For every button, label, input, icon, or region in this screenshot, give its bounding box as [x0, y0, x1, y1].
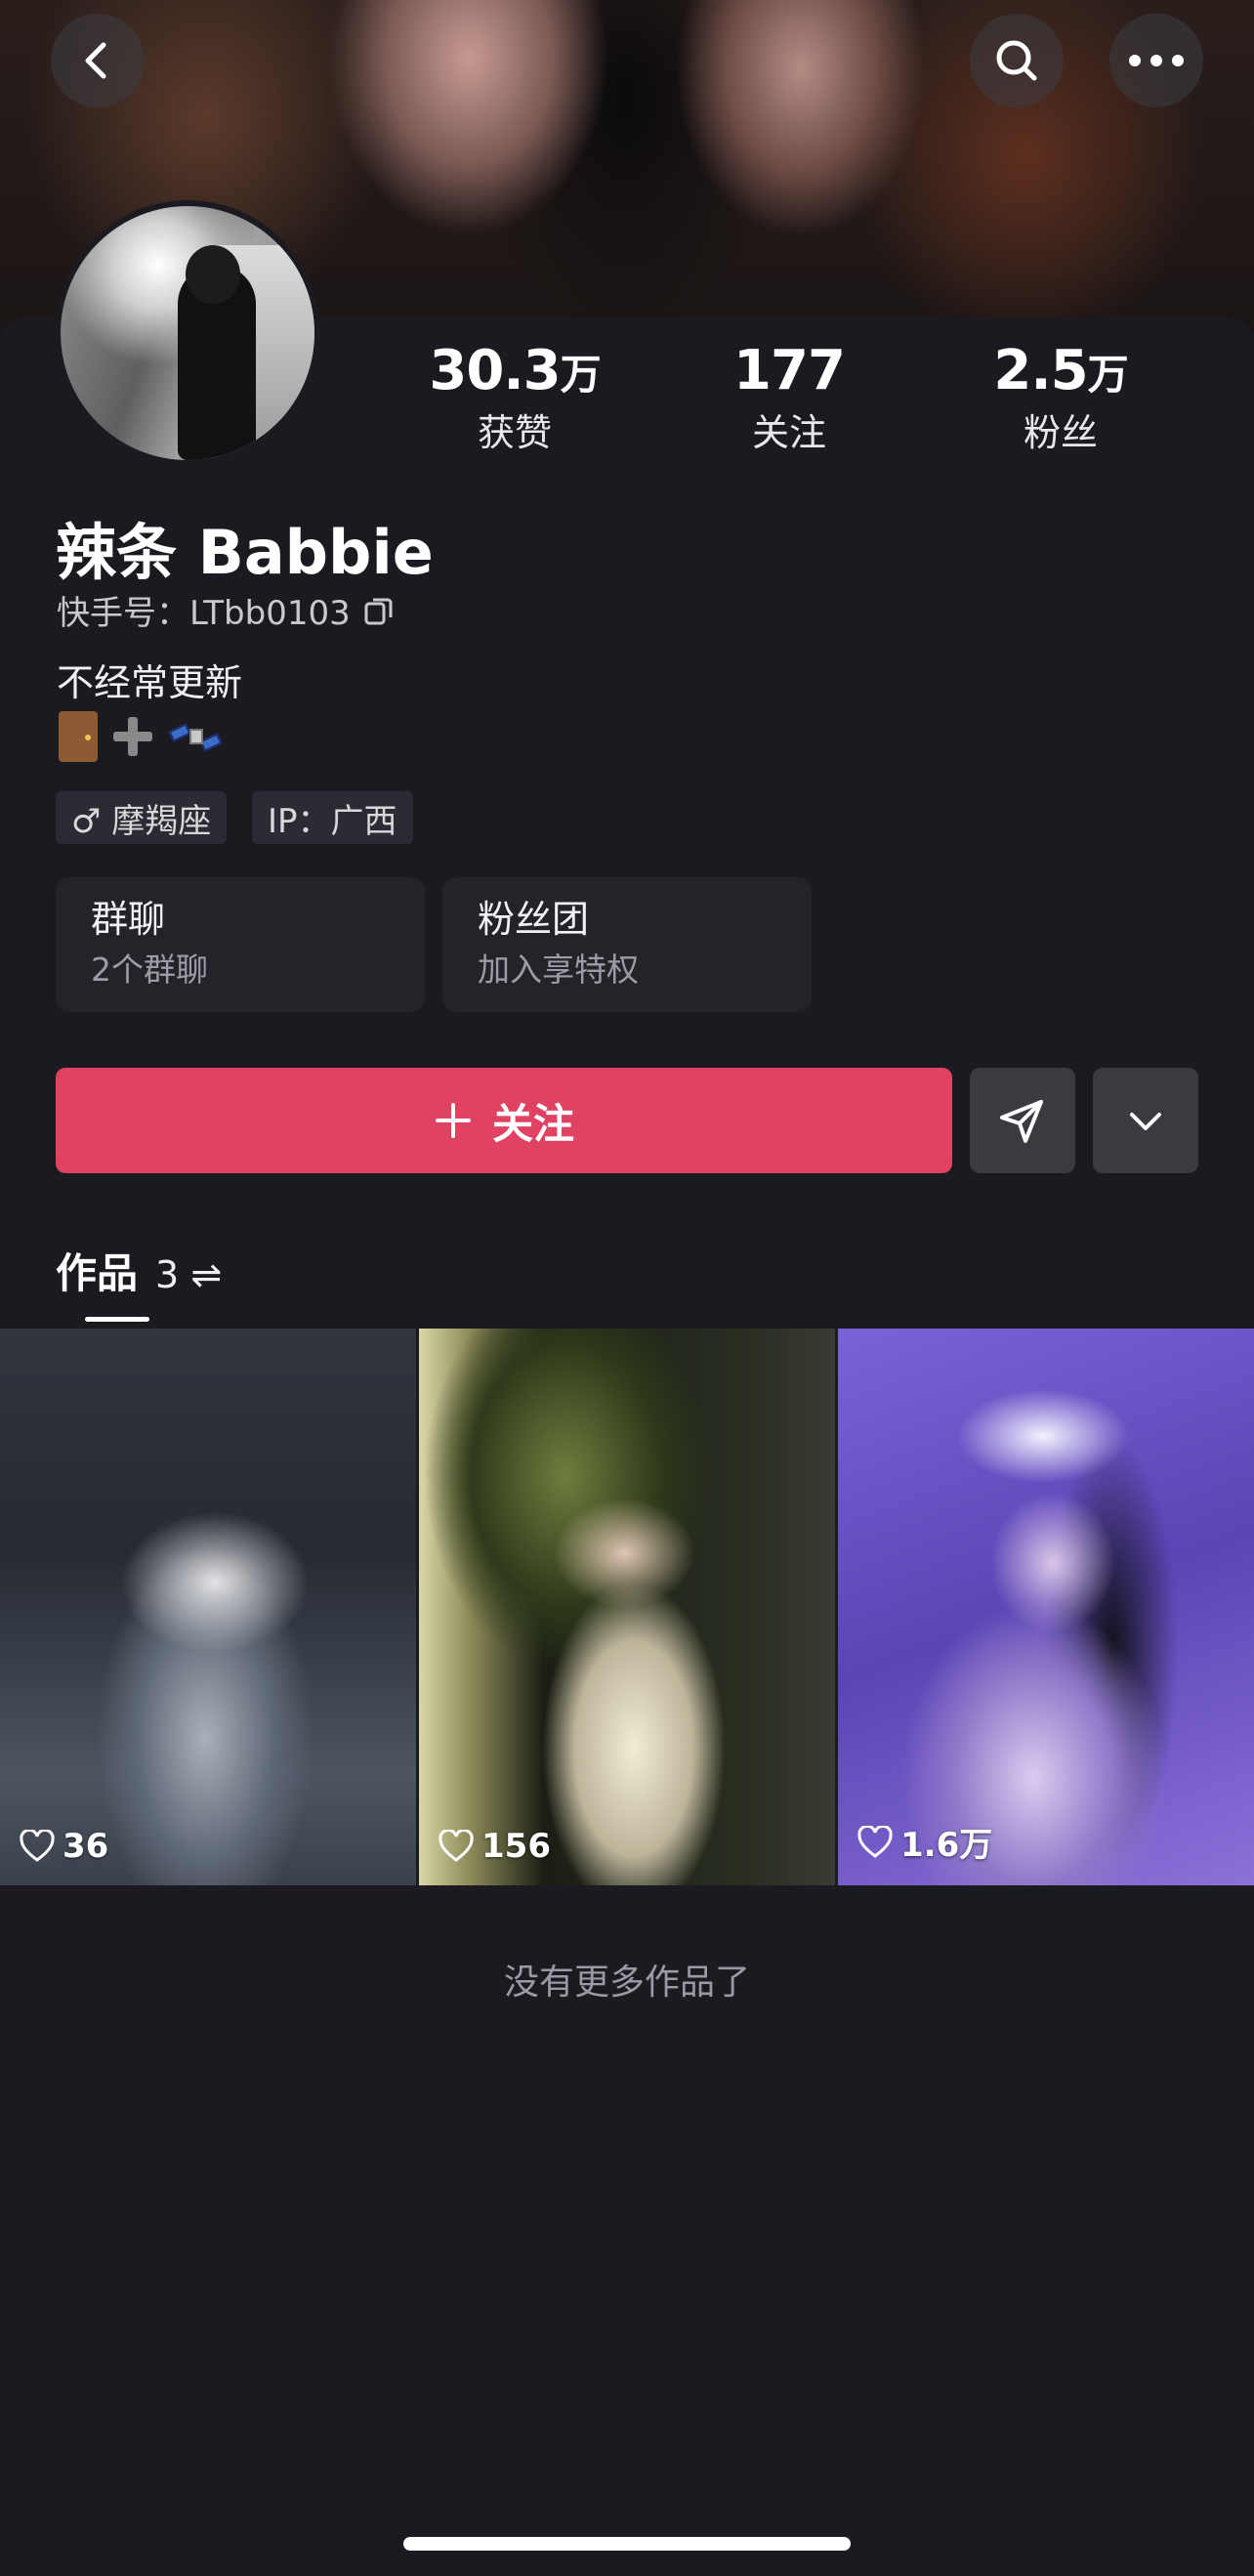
- avatar[interactable]: [55, 200, 320, 466]
- stat-fans-label: 粉丝: [1023, 411, 1098, 454]
- plus-icon: [435, 1103, 471, 1138]
- home-indicator[interactable]: [403, 2537, 851, 2551]
- work-likes: 156: [439, 1827, 551, 1866]
- stat-likes-value: 30.3万: [429, 339, 601, 402]
- satellite-emoji-icon: [168, 713, 223, 760]
- group-chat-card[interactable]: 群聊 2个群聊: [56, 877, 425, 1012]
- kuaishou-id-row: 快手号：LTbb0103: [57, 586, 396, 634]
- work-thumbnail[interactable]: 36: [0, 1329, 416, 1885]
- tag-ip: IP：广西: [252, 791, 413, 844]
- tab-works[interactable]: 作品 3 ⇌: [56, 1241, 222, 1300]
- follow-label: 关注: [491, 1099, 574, 1148]
- chevron-left-icon: [85, 42, 106, 79]
- work-thumbnail[interactable]: 156: [419, 1329, 835, 1885]
- more-icon: [1129, 55, 1184, 66]
- group-chat-title: 群聊: [91, 898, 166, 941]
- expand-button[interactable]: [1093, 1068, 1198, 1173]
- sort-icon[interactable]: ⇌: [190, 1253, 222, 1296]
- profile-name: 辣条 Babbie: [56, 517, 434, 588]
- fan-club-subtitle: 加入享特权: [478, 950, 639, 989]
- stat-likes-label: 获赞: [477, 411, 552, 454]
- work-thumbnail[interactable]: 1.6万: [838, 1329, 1254, 1885]
- fan-club-title: 粉丝团: [478, 898, 590, 941]
- more-button[interactable]: [1109, 14, 1203, 107]
- heart-icon: [20, 1830, 55, 1862]
- tab-works-label: 作品: [56, 1249, 139, 1297]
- follow-button[interactable]: 关注: [56, 1068, 952, 1173]
- search-icon: [996, 40, 1037, 81]
- plus-emoji-icon: [111, 715, 154, 758]
- stat-fans-value: 2.5万: [993, 339, 1128, 402]
- kuaishou-id: 快手号：LTbb0103: [57, 594, 351, 633]
- heart-icon: [857, 1825, 893, 1858]
- stat-likes[interactable]: 30.3万 获赞: [407, 337, 622, 456]
- work-likes: 36: [20, 1827, 108, 1866]
- stat-following[interactable]: 177 关注: [682, 337, 897, 456]
- message-button[interactable]: [970, 1068, 1075, 1173]
- send-icon: [1000, 1100, 1043, 1143]
- stat-fans[interactable]: 2.5万 粉丝: [953, 337, 1168, 456]
- profile-bio: 不经常更新: [57, 661, 243, 704]
- no-more-works: 没有更多作品了: [503, 1963, 750, 2003]
- heart-icon: [439, 1830, 474, 1862]
- tag-zodiac: ♂ 摩羯座: [56, 791, 228, 844]
- fan-club-card[interactable]: 粉丝团 加入享特权: [442, 877, 812, 1012]
- back-button[interactable]: [51, 14, 145, 107]
- stat-following-value: 177: [733, 339, 846, 402]
- tab-underline: [85, 1317, 149, 1322]
- group-chat-subtitle: 2个群聊: [91, 950, 208, 989]
- bio-emoji-row: [59, 711, 223, 762]
- work-likes: 1.6万: [857, 1818, 992, 1866]
- avatar-head: [186, 245, 240, 304]
- search-button[interactable]: [970, 14, 1064, 107]
- tab-works-count: 3 ⇌: [155, 1253, 223, 1296]
- door-emoji-icon: [59, 711, 98, 762]
- stat-following-label: 关注: [751, 411, 826, 454]
- copy-icon[interactable]: [362, 594, 396, 627]
- profile-page: 30.3万 获赞 177 关注 2.5万 粉丝 辣条 Babbie 快手号：LT…: [0, 0, 1254, 2576]
- chevron-down-icon: [1130, 1113, 1161, 1130]
